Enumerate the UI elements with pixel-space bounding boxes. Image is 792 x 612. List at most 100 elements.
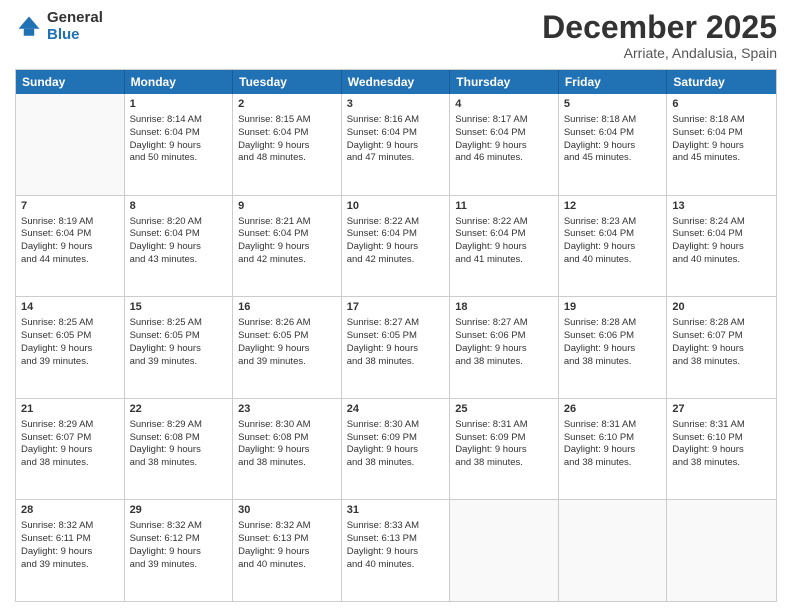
calendar-cell: 5 Sunrise: 8:18 AM Sunset: 6:04 PM Daylig… <box>559 94 668 195</box>
calendar-header: SundayMondayTuesdayWednesdayThursdayFrid… <box>16 70 776 94</box>
header-day-friday: Friday <box>559 70 668 94</box>
calendar-cell <box>16 94 125 195</box>
day-number: 29 <box>130 503 228 518</box>
calendar-row-2: 14 Sunrise: 8:25 AM Sunset: 6:05 PM Dayli… <box>16 297 776 399</box>
day-info: Sunrise: 8:22 AM Sunset: 6:04 PM Dayligh… <box>455 216 527 265</box>
calendar-cell: 28Sunrise: 8:32 AM Sunset: 6:11 PM Dayli… <box>16 500 125 601</box>
day-info: Sunrise: 8:27 AM Sunset: 6:06 PM Dayligh… <box>455 317 527 366</box>
day-number: 8 <box>130 199 228 214</box>
header-day-wednesday: Wednesday <box>342 70 451 94</box>
day-info: Sunrise: 8:25 AM Sunset: 6:05 PM Dayligh… <box>21 317 93 366</box>
day-number: 23 <box>238 402 336 417</box>
calendar-cell: 6 Sunrise: 8:18 AM Sunset: 6:04 PM Daylig… <box>667 94 776 195</box>
day-info: Sunrise: 8:15 AM Sunset: 6:04 PM Dayligh… <box>238 114 310 163</box>
header-day-sunday: Sunday <box>16 70 125 94</box>
day-number: 26 <box>564 402 662 417</box>
calendar-row-0: 1 Sunrise: 8:14 AM Sunset: 6:04 PM Daylig… <box>16 94 776 196</box>
day-number: 13 <box>672 199 771 214</box>
calendar-cell: 9 Sunrise: 8:21 AM Sunset: 6:04 PM Daylig… <box>233 196 342 297</box>
day-info: Sunrise: 8:31 AM Sunset: 6:10 PM Dayligh… <box>564 419 636 468</box>
day-number: 20 <box>672 300 771 315</box>
day-info: Sunrise: 8:32 AM Sunset: 6:13 PM Dayligh… <box>238 520 310 569</box>
day-number: 25 <box>455 402 553 417</box>
day-number: 30 <box>238 503 336 518</box>
day-info: Sunrise: 8:16 AM Sunset: 6:04 PM Dayligh… <box>347 114 419 163</box>
day-number: 1 <box>130 97 228 112</box>
logo: General Blue <box>15 10 103 43</box>
day-info: Sunrise: 8:14 AM Sunset: 6:04 PM Dayligh… <box>130 114 202 163</box>
day-info: Sunrise: 8:18 AM Sunset: 6:04 PM Dayligh… <box>564 114 636 163</box>
day-info: Sunrise: 8:19 AM Sunset: 6:04 PM Dayligh… <box>21 216 93 265</box>
day-info: Sunrise: 8:25 AM Sunset: 6:05 PM Dayligh… <box>130 317 202 366</box>
day-number: 31 <box>347 503 445 518</box>
title-block: December 2025 Arriate, Andalusia, Spain <box>542 10 777 61</box>
day-info: Sunrise: 8:29 AM Sunset: 6:07 PM Dayligh… <box>21 419 93 468</box>
header-day-monday: Monday <box>125 70 234 94</box>
day-number: 11 <box>455 199 553 214</box>
calendar-row-4: 28Sunrise: 8:32 AM Sunset: 6:11 PM Dayli… <box>16 500 776 601</box>
day-info: Sunrise: 8:28 AM Sunset: 6:06 PM Dayligh… <box>564 317 636 366</box>
calendar-cell: 23 Sunrise: 8:30 AM Sunset: 6:08 PM Dayli… <box>233 399 342 500</box>
day-number: 14 <box>21 300 119 315</box>
day-number: 3 <box>347 97 445 112</box>
day-info: Sunrise: 8:21 AM Sunset: 6:04 PM Dayligh… <box>238 216 310 265</box>
day-number: 22 <box>130 402 228 417</box>
calendar-cell: 8 Sunrise: 8:20 AM Sunset: 6:04 PM Daylig… <box>125 196 234 297</box>
day-info: Sunrise: 8:32 AM Sunset: 6:11 PM Dayligh… <box>21 520 93 569</box>
calendar-cell: 25 Sunrise: 8:31 AM Sunset: 6:09 PM Dayli… <box>450 399 559 500</box>
calendar-row-3: 21 Sunrise: 8:29 AM Sunset: 6:07 PM Dayli… <box>16 399 776 501</box>
day-number: 19 <box>564 300 662 315</box>
day-number: 10 <box>347 199 445 214</box>
calendar-cell: 11 Sunrise: 8:22 AM Sunset: 6:04 PM Dayli… <box>450 196 559 297</box>
day-info: Sunrise: 8:31 AM Sunset: 6:10 PM Dayligh… <box>672 419 744 468</box>
day-info: Sunrise: 8:24 AM Sunset: 6:04 PM Dayligh… <box>672 216 744 265</box>
day-info: Sunrise: 8:26 AM Sunset: 6:05 PM Dayligh… <box>238 317 310 366</box>
day-number: 12 <box>564 199 662 214</box>
day-number: 18 <box>455 300 553 315</box>
calendar-cell: 15 Sunrise: 8:25 AM Sunset: 6:05 PM Dayli… <box>125 297 234 398</box>
calendar-row-1: 7Sunrise: 8:19 AM Sunset: 6:04 PM Daylig… <box>16 196 776 298</box>
calendar-cell <box>667 500 776 601</box>
day-number: 5 <box>564 97 662 112</box>
calendar-cell: 30 Sunrise: 8:32 AM Sunset: 6:13 PM Dayli… <box>233 500 342 601</box>
calendar-cell: 1 Sunrise: 8:14 AM Sunset: 6:04 PM Daylig… <box>125 94 234 195</box>
header-day-tuesday: Tuesday <box>233 70 342 94</box>
day-number: 24 <box>347 402 445 417</box>
logo-icon <box>15 13 43 41</box>
calendar-cell: 26 Sunrise: 8:31 AM Sunset: 6:10 PM Dayli… <box>559 399 668 500</box>
day-number: 27 <box>672 402 771 417</box>
day-info: Sunrise: 8:30 AM Sunset: 6:09 PM Dayligh… <box>347 419 419 468</box>
day-number: 9 <box>238 199 336 214</box>
calendar-cell: 2 Sunrise: 8:15 AM Sunset: 6:04 PM Daylig… <box>233 94 342 195</box>
calendar-cell: 7Sunrise: 8:19 AM Sunset: 6:04 PM Daylig… <box>16 196 125 297</box>
day-info: Sunrise: 8:32 AM Sunset: 6:12 PM Dayligh… <box>130 520 202 569</box>
day-info: Sunrise: 8:33 AM Sunset: 6:13 PM Dayligh… <box>347 520 419 569</box>
calendar-cell: 22 Sunrise: 8:29 AM Sunset: 6:08 PM Dayli… <box>125 399 234 500</box>
calendar-cell: 31 Sunrise: 8:33 AM Sunset: 6:13 PM Dayli… <box>342 500 451 601</box>
calendar-cell: 19 Sunrise: 8:28 AM Sunset: 6:06 PM Dayli… <box>559 297 668 398</box>
month-title: December 2025 <box>542 10 777 45</box>
day-number: 21 <box>21 402 119 417</box>
calendar-cell: 14 Sunrise: 8:25 AM Sunset: 6:05 PM Dayli… <box>16 297 125 398</box>
calendar-cell <box>559 500 668 601</box>
day-info: Sunrise: 8:27 AM Sunset: 6:05 PM Dayligh… <box>347 317 419 366</box>
day-info: Sunrise: 8:22 AM Sunset: 6:04 PM Dayligh… <box>347 216 419 265</box>
day-info: Sunrise: 8:23 AM Sunset: 6:04 PM Dayligh… <box>564 216 636 265</box>
header: General Blue December 2025 Arriate, Anda… <box>15 10 777 61</box>
day-info: Sunrise: 8:28 AM Sunset: 6:07 PM Dayligh… <box>672 317 744 366</box>
day-number: 15 <box>130 300 228 315</box>
day-info: Sunrise: 8:30 AM Sunset: 6:08 PM Dayligh… <box>238 419 310 468</box>
day-info: Sunrise: 8:29 AM Sunset: 6:08 PM Dayligh… <box>130 419 202 468</box>
calendar-page: General Blue December 2025 Arriate, Anda… <box>0 0 792 612</box>
day-number: 6 <box>672 97 771 112</box>
calendar-cell: 24 Sunrise: 8:30 AM Sunset: 6:09 PM Dayli… <box>342 399 451 500</box>
day-info: Sunrise: 8:31 AM Sunset: 6:09 PM Dayligh… <box>455 419 527 468</box>
day-number: 17 <box>347 300 445 315</box>
day-info: Sunrise: 8:18 AM Sunset: 6:04 PM Dayligh… <box>672 114 744 163</box>
day-info: Sunrise: 8:20 AM Sunset: 6:04 PM Dayligh… <box>130 216 202 265</box>
day-number: 2 <box>238 97 336 112</box>
day-number: 4 <box>455 97 553 112</box>
calendar-cell: 17 Sunrise: 8:27 AM Sunset: 6:05 PM Dayli… <box>342 297 451 398</box>
calendar-cell: 4Sunrise: 8:17 AM Sunset: 6:04 PM Daylig… <box>450 94 559 195</box>
header-day-thursday: Thursday <box>450 70 559 94</box>
